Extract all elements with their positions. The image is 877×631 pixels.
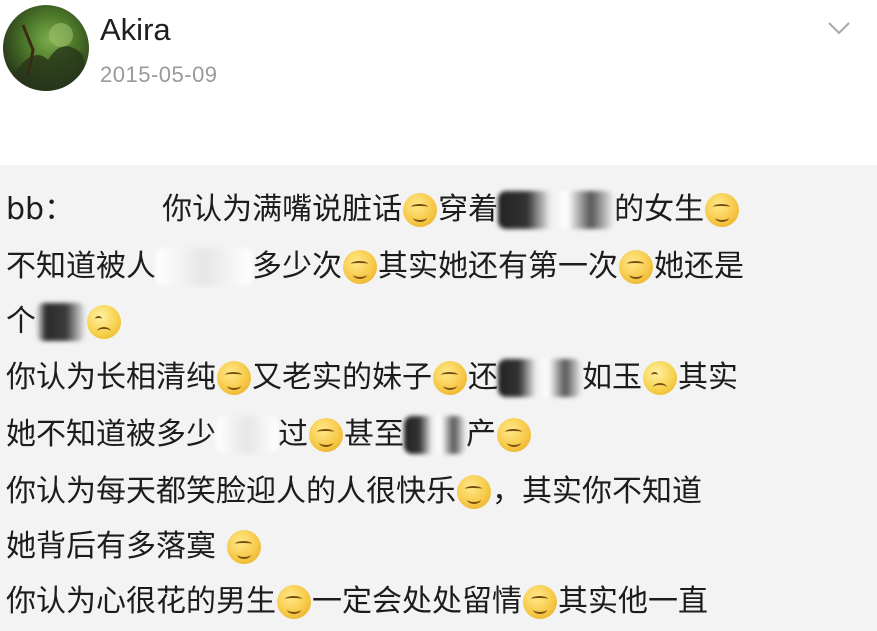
thinking-face-icon [277,585,311,619]
avatar[interactable] [3,5,89,91]
username[interactable]: Akira [100,12,171,48]
text-segment: 她背后有多落寞 [6,529,216,564]
thinking-face-icon [433,361,467,395]
text-segment: 一定会处处留情 [312,584,522,619]
text-line-4: 你认为长相清纯 又老实的妹子 还 如玉 其实 [6,353,738,403]
blurred-content [498,191,615,229]
text-line-8: 你认为心很花的男生 一定会处处留情 其实他一直 [6,577,708,627]
author-label: bb： [6,192,75,227]
text-segment: 你认为心很花的男生 [6,584,276,619]
text-line-1: bb： 你认为满嘴说脏话 穿着 的女生 [6,185,740,235]
thinking-face-icon [227,530,261,564]
text-segment: 你认为长相清纯 [6,360,216,395]
text-line-6: 你认为每天都笑脸迎人的人很快乐 ，其实你不知道 [6,467,702,517]
thinking-face-icon [343,250,377,284]
blurred-content [156,248,252,286]
thinking-face-icon [217,361,251,395]
thinking-face-icon [457,475,491,509]
thinking-face-icon [403,193,438,227]
text-segment: ，其实你不知道 [492,474,702,509]
post-header: Akira 2015-05-09 [0,0,877,165]
text-segment: 你认为满嘴说脏话 [162,192,403,227]
blurred-content [216,416,278,454]
sweat-face-icon [87,305,121,339]
text-segment: 其实 [678,360,738,395]
text-segment: 还 [468,360,498,395]
text-segment: 你认为每天都笑脸迎人的人很快乐 [6,474,456,509]
text-line-7: 她背后有多落寞 [6,522,262,572]
blurred-content [498,359,582,397]
post-body: bb： 你认为满嘴说脏话 穿着 的女生 不知道被人 多少次 其实她还有第一次 她… [0,165,877,631]
post-date: 2015-05-09 [100,62,218,87]
text-line-5: 她不知道被多少 过 甚至 产 [6,410,532,460]
thinking-face-icon [705,193,740,227]
text-segment: 个 [6,304,36,339]
text-line-2: 不知道被人 多少次 其实她还有第一次 她还是 [6,242,744,292]
text-segment: 多少次 [252,249,342,284]
text-line-3: 个 [6,297,122,347]
text-segment: 她还是 [654,249,744,284]
thinking-face-icon [619,250,653,284]
text-segment: 穿着 [438,192,499,227]
text-segment: 又老实的妹子 [252,360,432,395]
text-segment: 过 [278,417,308,452]
text-segment: 她不知道被多少 [6,417,216,452]
blurred-content [404,416,466,454]
text-segment: 其实她还有第一次 [378,249,618,284]
chevron-down-icon[interactable] [826,18,852,38]
thinking-face-icon [309,418,343,452]
avatar-image [3,23,89,91]
blurred-content [36,303,86,341]
text-segment: 其实他一直 [558,584,708,619]
thinking-face-icon [497,418,531,452]
text-segment: 的女生 [614,192,705,227]
text-segment: 甚至 [344,417,404,452]
sweat-face-icon [643,361,677,395]
text-segment: 不知道被人 [6,249,156,284]
thinking-face-icon [523,585,557,619]
text-segment: 产 [466,417,496,452]
text-segment: 如玉 [582,360,642,395]
